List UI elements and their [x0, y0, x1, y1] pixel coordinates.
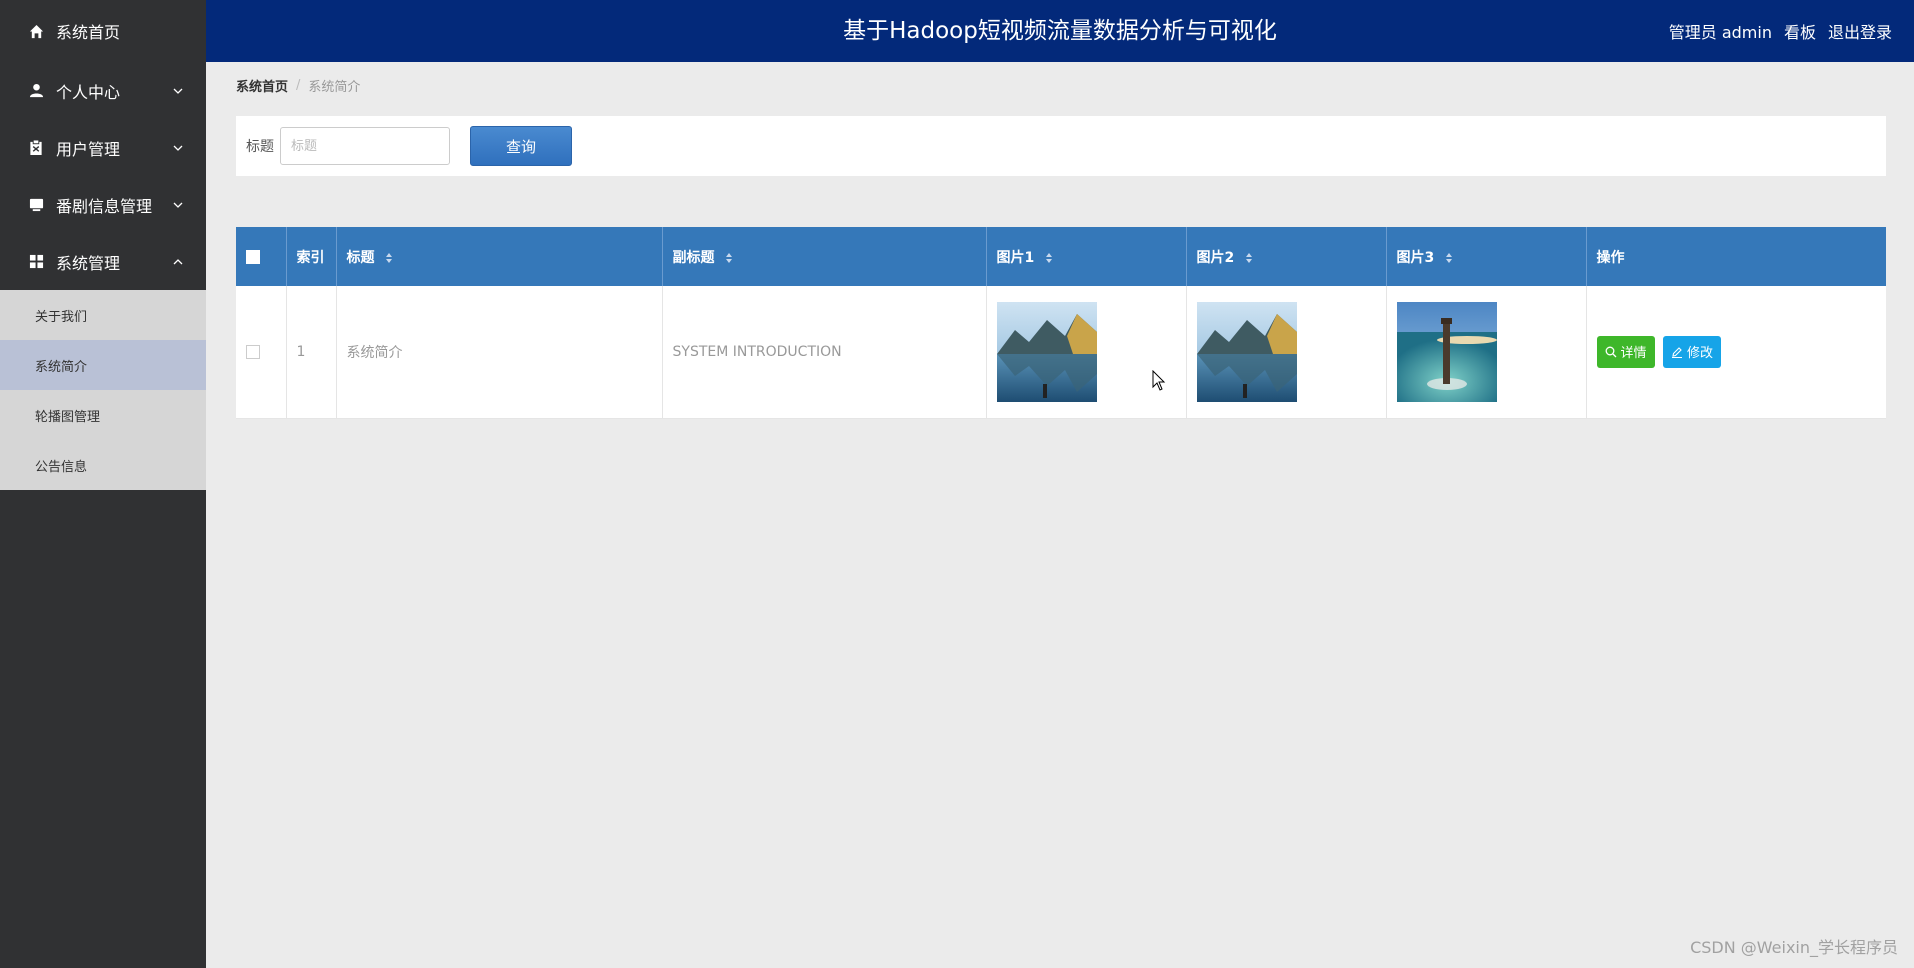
- dashboard-link[interactable]: 看板: [1784, 19, 1816, 43]
- chevron-down-icon: [173, 202, 183, 208]
- chevron-down-icon: [173, 88, 183, 94]
- cell-image2: [1186, 286, 1387, 419]
- submenu-item-carousel[interactable]: 轮播图管理: [0, 390, 206, 440]
- select-all-checkbox[interactable]: [246, 249, 260, 264]
- submenu-item-intro[interactable]: 系统简介: [0, 340, 206, 390]
- chevron-down-icon: [173, 145, 183, 151]
- logout-link[interactable]: 退出登录: [1828, 19, 1892, 43]
- row-checkbox[interactable]: [246, 344, 260, 359]
- select-all-cell: [236, 227, 287, 286]
- breadcrumb-separator: /: [296, 78, 301, 93]
- sidebar-item-drama[interactable]: 番剧信息管理: [0, 176, 206, 233]
- grid-icon: [28, 254, 44, 270]
- row-select-cell: [236, 286, 287, 419]
- submenu-item-notice[interactable]: 公告信息: [0, 440, 206, 490]
- sort-icon[interactable]: [385, 252, 393, 264]
- cell-image1: [986, 286, 1187, 419]
- tv-icon: [28, 197, 44, 213]
- top-header: 基于Hadoop短视频流量数据分析与可视化 管理员 admin 看板 退出登录: [206, 0, 1914, 62]
- search-panel: 标题 查询: [236, 116, 1886, 176]
- detail-button-label: 详情: [1620, 346, 1647, 362]
- header-actions: 管理员 admin 看板 退出登录: [1669, 0, 1892, 62]
- pencil-icon: [1671, 346, 1682, 358]
- column-header-image3[interactable]: 图片3: [1386, 227, 1587, 286]
- watermark: CSDN @Weixin_学长程序员: [1690, 938, 1898, 957]
- sort-icon[interactable]: [725, 252, 733, 264]
- lake-mountain-image[interactable]: [996, 301, 1097, 402]
- sidebar-item-label: 用户管理: [56, 139, 121, 159]
- cell-image3: [1386, 286, 1587, 419]
- column-header-image1[interactable]: 图片1: [986, 227, 1187, 286]
- column-header-subtitle[interactable]: 副标题: [662, 227, 987, 286]
- data-table: 索引 标题 副标题 图片1 图片2 图片3 操作 1 系统简介 SYSTEM I…: [236, 227, 1886, 419]
- clipboard-icon: [28, 140, 44, 156]
- edit-button[interactable]: 修改: [1662, 335, 1721, 368]
- sea-tower-image[interactable]: [1396, 301, 1497, 402]
- home-icon: [28, 23, 44, 39]
- column-header-image2[interactable]: 图片2: [1186, 227, 1387, 286]
- system-submenu: 关于我们 系统简介 轮播图管理 公告信息: [0, 290, 206, 490]
- admin-user-label: 管理员 admin: [1668, 23, 1772, 42]
- sidebar-item-profile[interactable]: 个人中心: [0, 62, 206, 119]
- lake-mountain-image[interactable]: [1196, 301, 1297, 402]
- breadcrumb-home[interactable]: 系统首页: [236, 76, 288, 95]
- table-header-row: 索引 标题 副标题 图片1 图片2 图片3 操作: [236, 227, 1886, 286]
- cell-actions: 详情 修改: [1586, 286, 1886, 419]
- sidebar-item-home[interactable]: 系统首页: [0, 0, 206, 62]
- chevron-up-icon: [173, 258, 183, 264]
- sidebar-item-label: 番剧信息管理: [56, 196, 153, 216]
- cell-subtitle: SYSTEM INTRODUCTION: [662, 286, 987, 419]
- sidebar-item-users[interactable]: 用户管理: [0, 119, 206, 176]
- detail-button[interactable]: 详情: [1596, 335, 1655, 368]
- sort-icon[interactable]: [1445, 252, 1453, 264]
- search-icon: [1605, 346, 1616, 358]
- page-title: 基于Hadoop短视频流量数据分析与可视化: [843, 18, 1277, 44]
- search-input[interactable]: [280, 127, 450, 165]
- submenu-item-about[interactable]: 关于我们: [0, 290, 206, 340]
- query-button[interactable]: 查询: [470, 126, 572, 166]
- sidebar-item-label: 系统首页: [56, 23, 121, 42]
- search-label: 标题: [246, 139, 274, 155]
- cell-index: 1: [286, 286, 337, 419]
- breadcrumb: 系统首页 / 系统简介: [236, 76, 360, 95]
- sort-icon[interactable]: [1045, 252, 1053, 264]
- column-header-actions: 操作: [1586, 227, 1886, 286]
- edit-button-label: 修改: [1686, 346, 1713, 362]
- column-header-title[interactable]: 标题: [336, 227, 663, 286]
- table-row: 1 系统简介 SYSTEM INTRODUCTION 详情 修改: [236, 286, 1886, 419]
- mouse-cursor-icon: [1152, 370, 1166, 391]
- sidebar: 系统首页 个人中心 用户管理 番剧信息管理 系统管理 关于我们 系统简介 轮播图…: [0, 0, 206, 968]
- user-icon: [28, 83, 44, 99]
- column-header-index: 索引: [286, 227, 337, 286]
- sort-icon[interactable]: [1245, 252, 1253, 264]
- sidebar-item-label: 个人中心: [56, 82, 121, 102]
- sidebar-item-system[interactable]: 系统管理: [0, 233, 206, 290]
- sidebar-item-label: 系统管理: [56, 253, 121, 273]
- breadcrumb-current: 系统简介: [308, 80, 361, 95]
- cell-title: 系统简介: [336, 286, 663, 419]
